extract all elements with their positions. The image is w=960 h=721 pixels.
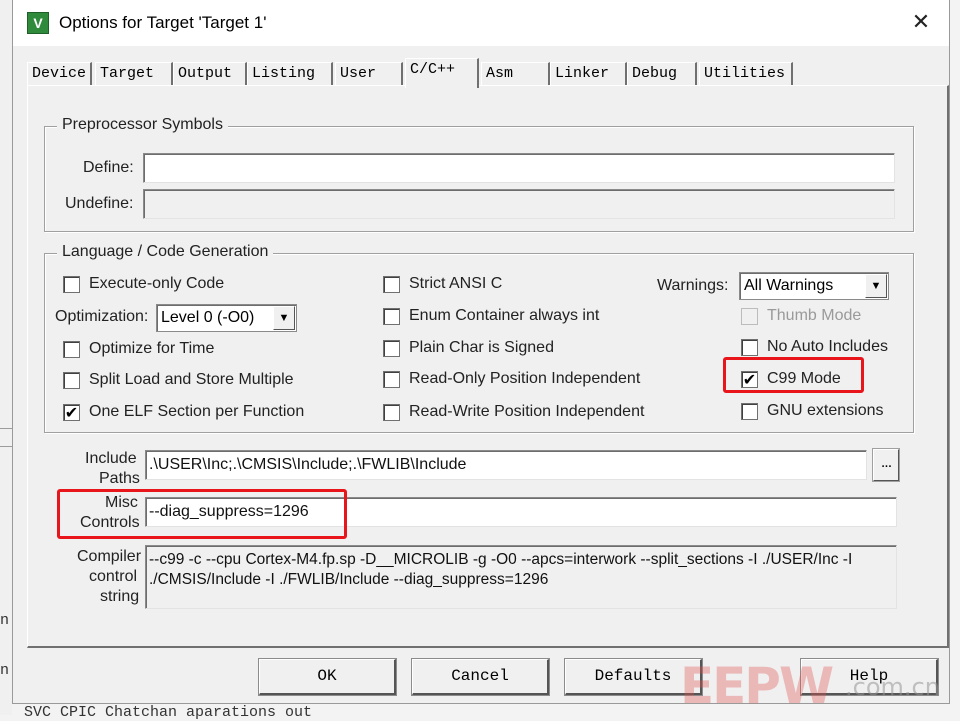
keil-app-icon: V [27,12,49,34]
tab-asm[interactable]: Asm [481,62,550,86]
compiler-string-output: --c99 -c --cpu Cortex-M4.fp.sp -D__MICRO… [145,545,897,609]
window-title: Options for Target 'Target 1' [59,13,267,32]
c99-mode-highlight [723,357,864,393]
undefine-input[interactable] [143,189,895,219]
background-status-text: SVC CPIC Chatchan aparations out [24,704,313,721]
eepw-watermark-domain: .com.cn [845,673,940,701]
tab-target[interactable]: Target [95,62,173,86]
split-load-checkbox[interactable]: Split Load and Store Multiple [63,371,343,391]
ropi-label: Read-Only Position Independent [409,370,641,387]
checkbox-box [383,276,400,293]
checkbox-box [63,341,80,358]
close-button[interactable]: ✕ [907,9,935,37]
language-group-title: Language / Code Generation [57,243,274,261]
checkbox-box [383,308,400,325]
thumb-mode-checkbox: Thumb Mode [741,307,901,327]
tab-listing[interactable]: Listing [247,62,333,86]
tab-debug[interactable]: Debug [627,62,697,86]
optimize-time-checkbox[interactable]: Optimize for Time [63,340,323,360]
include-paths-label-line2: Paths [99,470,140,487]
checkmark-icon: ✔ [63,403,80,422]
gnu-extensions-checkbox[interactable]: GNU extensions [741,402,901,422]
checkbox-box [63,372,80,389]
no-auto-includes-checkbox[interactable]: No Auto Includes [741,338,901,358]
include-paths-input[interactable]: .\USER\Inc;.\CMSIS\Include;.\FWLIB\Inclu… [145,450,867,480]
checkbox-box [63,276,80,293]
define-input[interactable] [143,153,895,183]
compiler-string-label-line2: control [89,568,138,585]
strict-ansi-label: Strict ANSI C [409,275,503,292]
tab-utilities[interactable]: Utilities [699,62,793,86]
split-load-label: Split Load and Store Multiple [89,371,294,388]
warnings-label: Warnings: [657,277,729,294]
optimization-value: Level 0 (-O0) [161,309,255,326]
optimization-select[interactable]: Level 0 (-O0) ▼ [156,304,297,332]
ok-button[interactable]: OK [258,658,397,696]
background-text: n [0,612,10,629]
eepw-watermark: EEPW [680,657,834,715]
checkbox-box [741,403,758,420]
title-bar[interactable]: V Options for Target 'Target 1' ✕ [13,0,949,46]
background-text: n [0,662,10,679]
language-group: Language / Code Generation Execute-only … [44,243,914,433]
ropi-checkbox[interactable]: Read-Only Position Independent [383,370,663,390]
enum-container-label: Enum Container always int [409,307,600,324]
one-elf-label: One ELF Section per Function [89,403,305,420]
include-paths-label-line1: Include [85,450,137,467]
tab-c-cpp[interactable]: C/C++ [405,58,479,88]
warnings-select[interactable]: All Warnings ▼ [739,272,889,300]
thumb-mode-label: Thumb Mode [767,307,862,324]
chevron-down-icon[interactable]: ▼ [273,306,295,330]
plain-char-checkbox[interactable]: Plain Char is Signed [383,339,643,359]
options-dialog: V Options for Target 'Target 1' ✕ Device… [12,0,950,704]
no-auto-includes-label: No Auto Includes [767,338,888,355]
cancel-button[interactable]: Cancel [411,658,550,696]
gnu-extensions-label: GNU extensions [767,402,884,419]
undefine-label: Undefine: [65,195,134,212]
plain-char-label: Plain Char is Signed [409,339,554,356]
enum-container-checkbox[interactable]: Enum Container always int [383,307,643,327]
execute-only-label: Execute-only Code [89,275,225,292]
optimize-time-label: Optimize for Time [89,340,215,357]
strict-ansi-checkbox[interactable]: Strict ANSI C [383,275,583,295]
rwpi-checkbox[interactable]: Read-Write Position Independent [383,403,663,423]
tab-linker[interactable]: Linker [550,62,627,86]
compiler-string-label-line3: string [100,588,140,605]
preprocessor-group-title: Preprocessor Symbols [57,116,228,134]
checkbox-box [383,371,400,388]
tab-output[interactable]: Output [173,62,247,86]
browse-include-paths-button[interactable]: ... [872,448,900,482]
background-app-edge [0,0,12,715]
execute-only-checkbox[interactable]: Execute-only Code [63,275,323,295]
background-divider [0,428,12,429]
misc-controls-highlight [57,489,347,539]
rwpi-label: Read-Write Position Independent [409,403,645,420]
define-label: Define: [83,159,134,176]
background-divider [0,446,12,447]
tab-device[interactable]: Device [27,62,92,86]
checkbox-box [383,340,400,357]
preprocessor-group: Preprocessor Symbols Define: Undefine: [44,116,914,232]
one-elf-checkbox[interactable]: ✔ One ELF Section per Function [63,403,343,423]
compiler-string-label-line1: Compiler [77,548,142,565]
checkbox-box [741,308,758,325]
optimization-label: Optimization: [55,308,149,325]
chevron-down-icon[interactable]: ▼ [865,274,887,298]
warnings-value: All Warnings [744,277,834,294]
tab-user[interactable]: User [335,62,403,86]
checkbox-box [741,339,758,356]
checkbox-box [383,404,400,421]
